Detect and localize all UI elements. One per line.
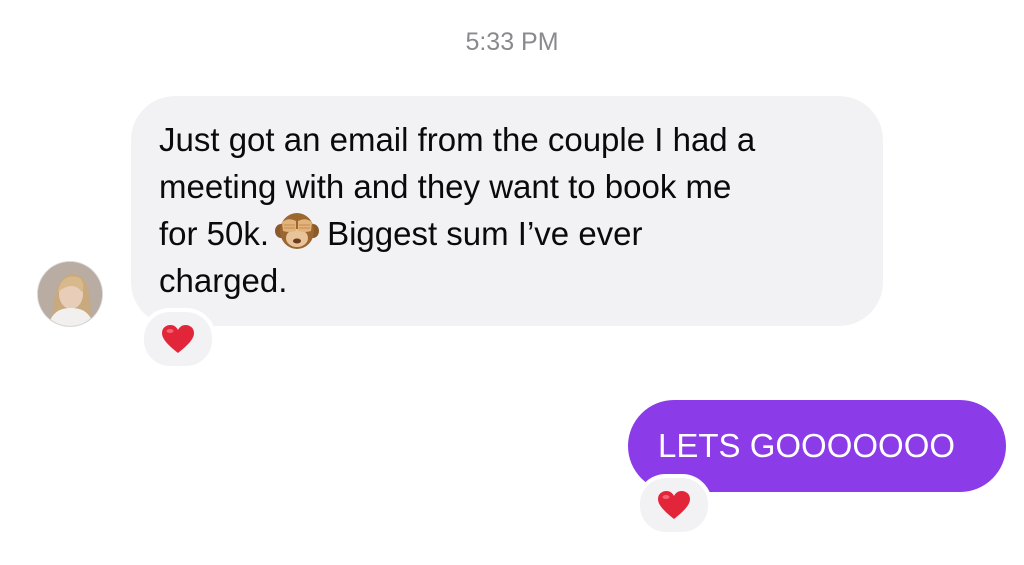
heart-reaction[interactable] bbox=[636, 474, 712, 536]
message-text: Biggest sum I’ve ever bbox=[327, 215, 643, 252]
heart-reaction[interactable] bbox=[140, 308, 216, 370]
message-line: charged. bbox=[159, 262, 288, 299]
outgoing-message-text: LETS GOOOOOOO bbox=[658, 427, 956, 464]
red-heart-icon bbox=[658, 491, 690, 519]
message-line: Just got an email from the couple I had … bbox=[159, 121, 756, 158]
red-heart-icon bbox=[162, 325, 194, 353]
message-timestamp: 5:33 PM bbox=[465, 28, 559, 56]
message-line: meeting with and they want to book me bbox=[159, 168, 732, 205]
message-line: for 50k. Biggest sum I’ve ever bbox=[159, 210, 855, 257]
see-no-evil-monkey-icon bbox=[275, 211, 320, 251]
incoming-message-bubble[interactable]: Just got an email from the couple I had … bbox=[131, 96, 883, 326]
avatar-photo-icon bbox=[38, 262, 102, 326]
sender-avatar[interactable] bbox=[38, 262, 102, 326]
message-text: for 50k. bbox=[159, 215, 270, 252]
